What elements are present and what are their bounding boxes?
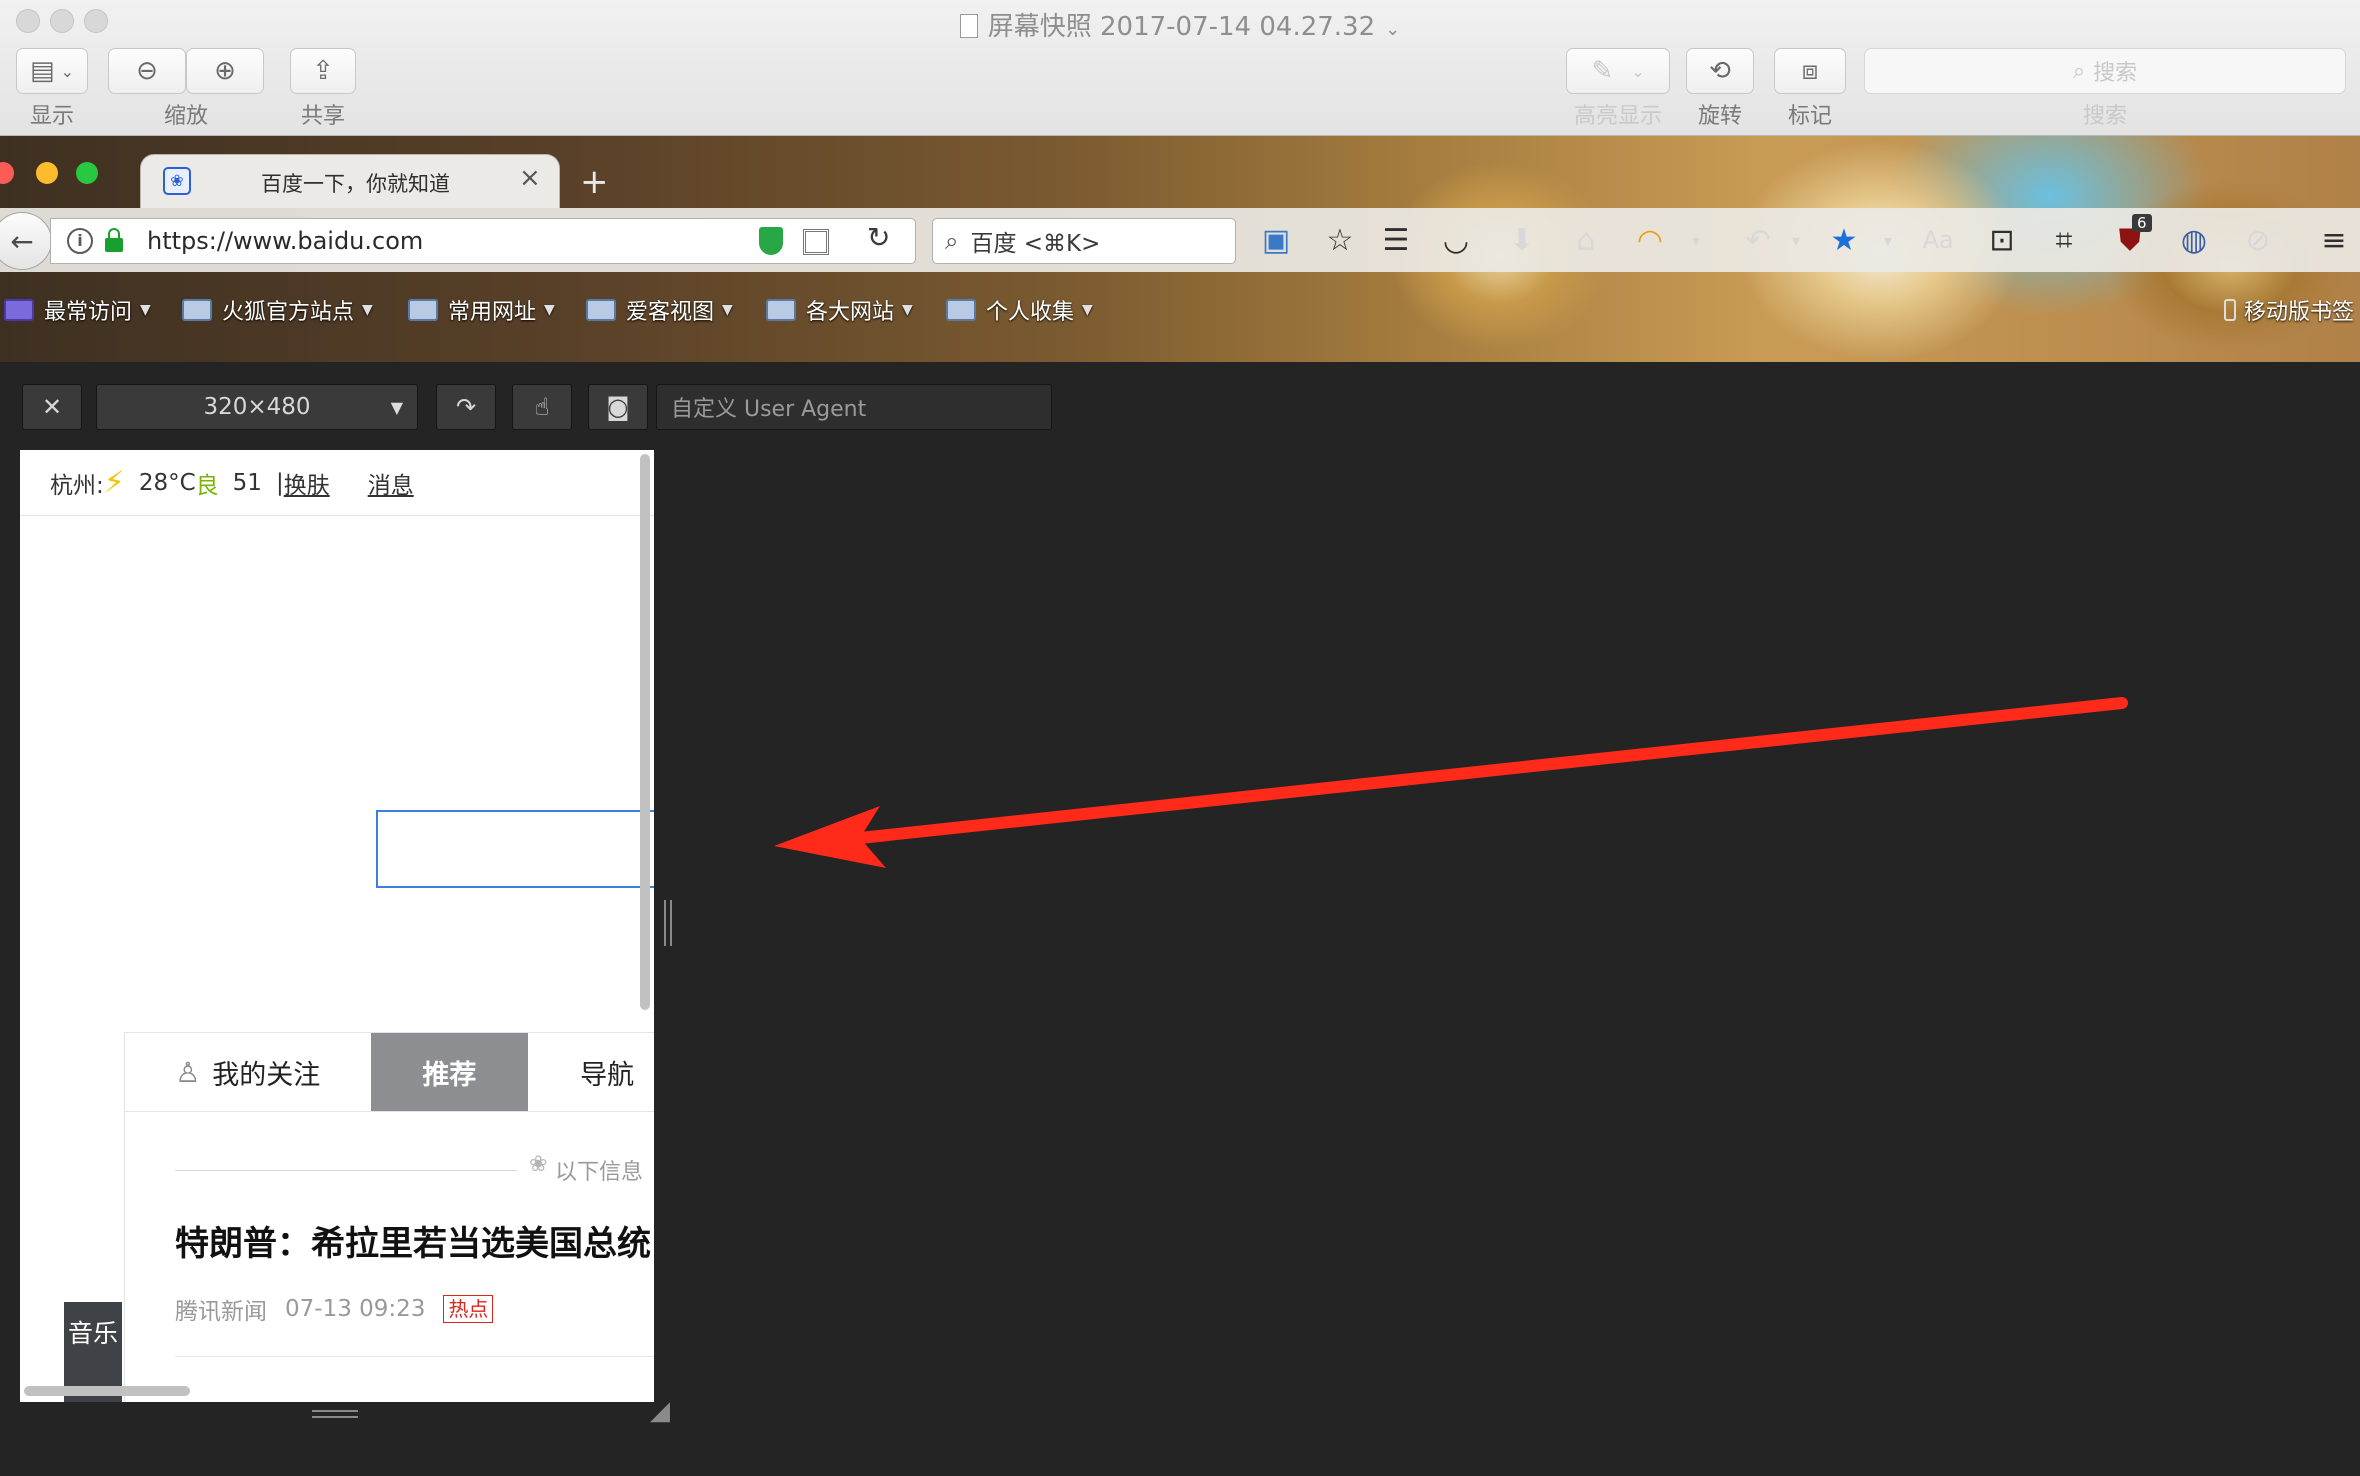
arrow-shaft bbox=[854, 697, 2128, 844]
annotation-arrow bbox=[774, 697, 2128, 868]
